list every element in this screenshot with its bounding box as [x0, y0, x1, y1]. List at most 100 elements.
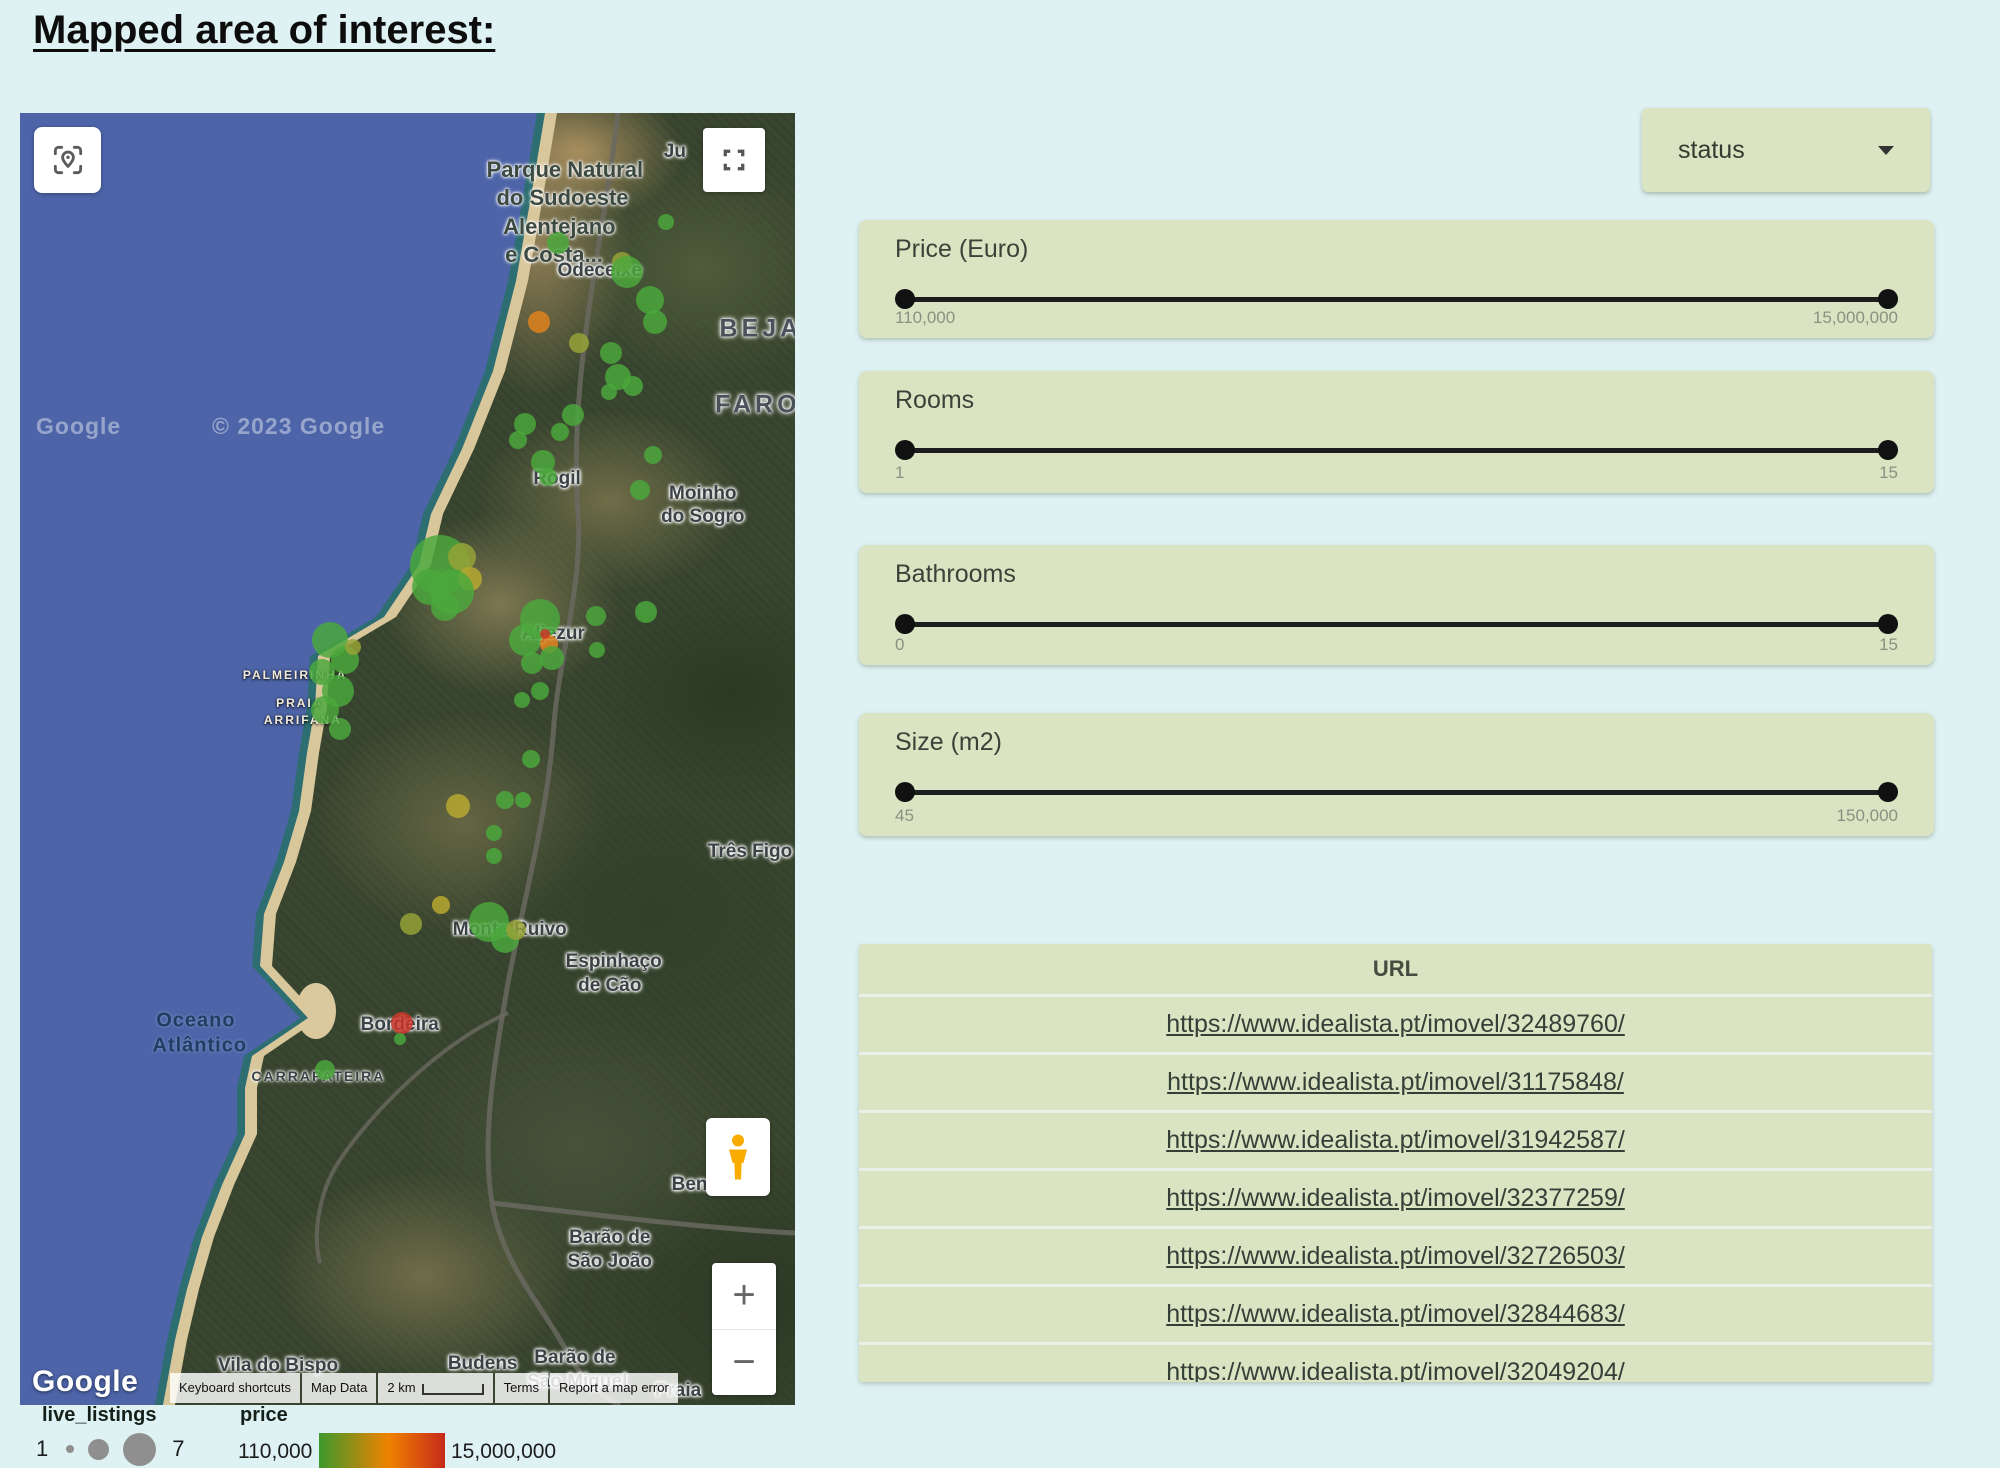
listing-dot[interactable] [539, 468, 557, 486]
listing-dot[interactable] [531, 682, 549, 700]
google-logo[interactable]: Google [32, 1365, 138, 1399]
table-row: https://www.idealista.pt/imovel/32049204… [859, 1342, 1932, 1382]
listing-dot[interactable] [509, 624, 541, 656]
listing-dot[interactable] [611, 256, 643, 288]
zoom-in-button[interactable]: + [712, 1263, 776, 1329]
listing-dot[interactable] [486, 848, 502, 864]
listing-dot[interactable] [315, 1060, 335, 1080]
map[interactable]: Google © 2023 Google Parque Naturaldo Su… [20, 113, 795, 1405]
url-link[interactable]: https://www.idealista.pt/imovel/31942587… [1166, 1126, 1625, 1155]
legend-price-max: 15,000,000 [451, 1440, 556, 1464]
listing-dot[interactable] [515, 792, 531, 808]
legend-size-max: 7 [172, 1436, 184, 1462]
legend-price-label: price [240, 1404, 288, 1427]
legend-size-min: 1 [36, 1436, 48, 1462]
listing-dot[interactable] [589, 642, 605, 658]
bathrooms-slider-handle-min[interactable] [895, 614, 915, 634]
bathrooms-label: Bathrooms [895, 560, 1898, 589]
bathrooms-slider-handle-max[interactable] [1878, 614, 1898, 634]
legend-size-label: live_listings [42, 1404, 157, 1427]
listing-dot[interactable] [446, 794, 470, 818]
listing-dot[interactable] [600, 342, 622, 364]
listing-dot[interactable] [635, 601, 657, 623]
listing-dot[interactable] [345, 639, 361, 655]
listing-dot[interactable] [506, 920, 526, 940]
map-watermark-google: Google [36, 413, 121, 440]
url-link[interactable]: https://www.idealista.pt/imovel/31175848… [1167, 1068, 1624, 1097]
listing-dot[interactable] [540, 629, 550, 639]
price-slider[interactable] [895, 288, 1898, 294]
zoom-control: + − [712, 1263, 776, 1395]
table-row: https://www.idealista.pt/imovel/32489760… [859, 994, 1932, 1052]
listing-dot[interactable] [496, 791, 514, 809]
size-slider-handle-max[interactable] [1878, 782, 1898, 802]
bathrooms-slider[interactable] [895, 613, 1898, 621]
listing-dot[interactable] [432, 896, 450, 914]
size-label: Size (m2) [895, 728, 1898, 757]
size-slider-handle-min[interactable] [895, 782, 915, 802]
rooms-slider-handle-min[interactable] [895, 440, 915, 460]
map-label: Barão de [569, 1227, 650, 1249]
listing-dot[interactable] [601, 384, 617, 400]
listing-dot[interactable] [329, 718, 351, 740]
zoom-out-button[interactable]: − [712, 1329, 776, 1396]
map-watermark-copyright: © 2023 Google [212, 413, 385, 440]
rooms-label: Rooms [895, 386, 1898, 415]
size-slider-track[interactable] [905, 790, 1888, 795]
listing-dot[interactable] [586, 606, 606, 626]
listing-dot[interactable] [486, 825, 502, 841]
legend-size-scale: 1 7 [36, 1430, 185, 1468]
bathrooms-slider-track[interactable] [905, 622, 1888, 627]
ocean [20, 113, 537, 1405]
keyboard-shortcuts-link[interactable]: Keyboard shortcuts [170, 1373, 300, 1403]
listing-dot[interactable] [522, 750, 540, 768]
url-link[interactable]: https://www.idealista.pt/imovel/32049204… [1166, 1358, 1625, 1382]
rooms-slider-track[interactable] [905, 448, 1888, 453]
scan-pin-icon [49, 141, 87, 179]
listing-dot[interactable] [643, 310, 667, 334]
listing-dot[interactable] [391, 1012, 413, 1034]
listing-dot[interactable] [630, 480, 650, 500]
page-title: Mapped area of interest: [33, 8, 495, 53]
listing-dot[interactable] [521, 652, 543, 674]
url-link[interactable]: https://www.idealista.pt/imovel/32489760… [1166, 1010, 1625, 1039]
listing-dot[interactable] [569, 333, 589, 353]
terms-link[interactable]: Terms [495, 1373, 548, 1403]
url-table: URL https://www.idealista.pt/imovel/3248… [859, 944, 1932, 1382]
listing-dot[interactable] [551, 423, 569, 441]
url-link[interactable]: https://www.idealista.pt/imovel/32377259… [1166, 1184, 1625, 1213]
url-link[interactable]: https://www.idealista.pt/imovel/32844683… [1166, 1300, 1625, 1329]
listing-dot[interactable] [658, 214, 674, 230]
listing-dot[interactable] [400, 913, 422, 935]
bathrooms-filter-panel: Bathrooms 0 15 [859, 545, 1934, 665]
map-label: Atlântico [153, 1034, 248, 1057]
listing-dot[interactable] [394, 1033, 406, 1045]
listing-dot[interactable] [514, 692, 530, 708]
fullscreen-icon [719, 145, 749, 175]
url-link[interactable]: https://www.idealista.pt/imovel/32726503… [1166, 1242, 1625, 1271]
listing-dot[interactable] [431, 593, 459, 621]
report-map-error-link[interactable]: Report a map error [550, 1373, 678, 1403]
rooms-slider-handle-max[interactable] [1878, 440, 1898, 460]
price-slider-handle-min[interactable] [895, 289, 915, 309]
price-slider-handle-max[interactable] [1878, 289, 1898, 309]
map-label: São João [568, 1251, 652, 1273]
listing-dot[interactable] [623, 376, 643, 396]
listing-dot[interactable] [528, 311, 550, 333]
listing-dot[interactable] [644, 446, 662, 464]
price-slider-track[interactable] [905, 297, 1888, 302]
status-dropdown[interactable]: status [1642, 108, 1930, 192]
listing-dot[interactable] [540, 646, 564, 670]
listing-dot[interactable] [509, 431, 527, 449]
recenter-map-button[interactable] [34, 127, 101, 193]
legend-size-circle [88, 1439, 109, 1460]
rooms-slider[interactable] [895, 439, 1898, 449]
listing-dot[interactable] [547, 232, 569, 254]
pegman-button[interactable] [706, 1118, 770, 1196]
legend-price-min: 110,000 [238, 1440, 312, 1464]
map-label: do Sudoeste [496, 185, 628, 211]
map-label: de Cão [578, 975, 641, 997]
size-slider[interactable] [895, 781, 1898, 792]
fullscreen-button[interactable] [703, 128, 765, 192]
listing-dot[interactable] [562, 404, 584, 426]
